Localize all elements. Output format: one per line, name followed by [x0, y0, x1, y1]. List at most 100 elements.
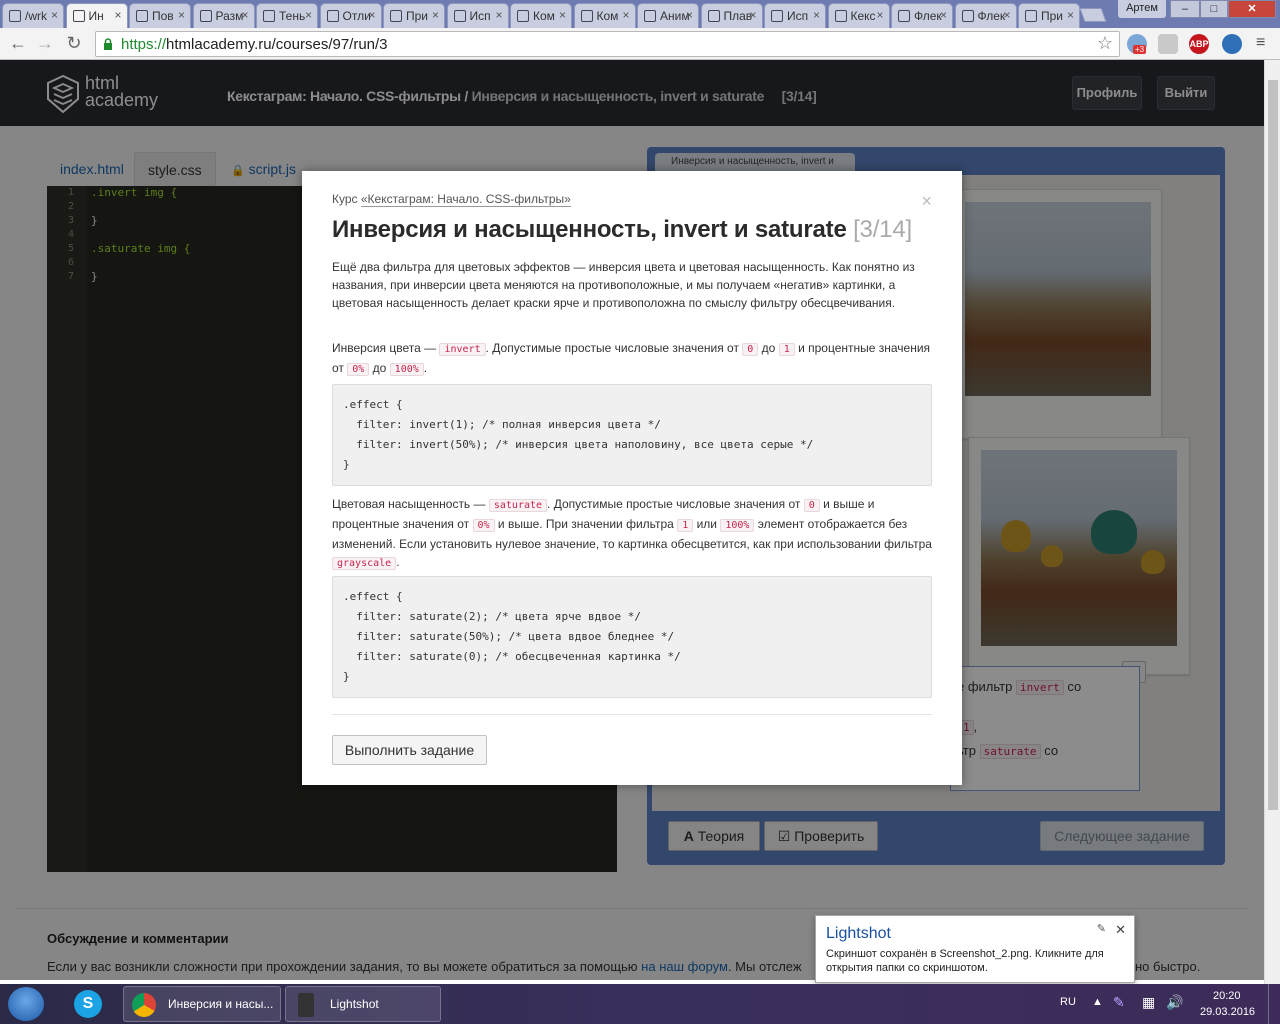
browser-tab[interactable]: Ком ×: [573, 3, 636, 28]
tab-close-icon[interactable]: ×: [51, 8, 58, 22]
shield-icon[interactable]: [1158, 34, 1178, 54]
taskbar-item-chrome[interactable]: Инверсия и насы...: [123, 986, 281, 1022]
globe-icon[interactable]: [1222, 34, 1242, 54]
lightshot-notification[interactable]: Lightshot Скриншот сохранён в Screenshot…: [815, 915, 1135, 983]
browser-tab-label: При: [1041, 9, 1064, 23]
favicon-icon: [834, 10, 847, 22]
modal-course: Курс «Кекстаграм: Начало. CSS-фильтры»: [332, 192, 571, 207]
language-indicator[interactable]: RU: [1060, 996, 1076, 1008]
bookmark-star-icon[interactable]: ☆: [1097, 33, 1113, 54]
modal-intro: Ещё два фильтра для цветовых эффектов — …: [332, 260, 915, 310]
favicon-icon: [644, 10, 656, 22]
tab-close-icon[interactable]: ×: [622, 8, 629, 22]
browser-tab[interactable]: Разм ×: [192, 3, 255, 28]
browser-tab[interactable]: Ком ×: [510, 3, 572, 28]
browser-tab-label: Кекс: [850, 9, 876, 23]
code-example-saturate: .effect { filter: saturate(2); /* цвета …: [332, 576, 932, 698]
close-icon[interactable]: ×: [921, 191, 932, 212]
browser-tab[interactable]: Пов ×: [129, 3, 191, 28]
start-button[interactable]: [8, 987, 44, 1021]
show-desktop-button[interactable]: [1268, 984, 1280, 1024]
tab-close-icon[interactable]: ×: [305, 8, 312, 22]
browser-tab-label: Ин: [88, 9, 104, 23]
tab-close-icon[interactable]: ×: [940, 8, 947, 22]
browser-tab-label: Ком: [596, 9, 619, 23]
browser-tab[interactable]: Флек ×: [954, 3, 1017, 28]
favicon-icon: [771, 10, 783, 22]
url-scheme: https://: [121, 36, 167, 53]
tab-close-icon[interactable]: ×: [1067, 8, 1074, 22]
browser-tab[interactable]: При ×: [383, 3, 445, 28]
tab-close-icon[interactable]: ×: [114, 8, 121, 22]
taskbar-item-lightshot[interactable]: Lightshot: [285, 986, 441, 1022]
volume-icon[interactable]: 🔊: [1166, 994, 1183, 1011]
tab-close-icon[interactable]: ×: [686, 8, 693, 22]
reload-icon[interactable]: ↻: [63, 32, 85, 54]
favicon-icon: [1025, 10, 1037, 22]
browser-tab[interactable]: /wrk ×: [2, 3, 64, 28]
browser-tab[interactable]: Исп ×: [764, 3, 826, 28]
browser-tab[interactable]: Ин ×: [65, 3, 128, 28]
favicon-icon: [580, 10, 593, 22]
tab-close-icon[interactable]: ×: [813, 8, 820, 22]
menu-icon[interactable]: ≡: [1256, 34, 1265, 52]
skype-icon[interactable]: S: [74, 990, 102, 1018]
browser-tab[interactable]: Аним ×: [637, 3, 699, 28]
page-scrollbar[interactable]: [1264, 60, 1280, 984]
browser-tab-label: При: [406, 9, 429, 23]
favicon-icon: [326, 10, 339, 22]
adblock-icon[interactable]: ABP: [1189, 34, 1209, 54]
tab-close-icon[interactable]: ×: [559, 8, 566, 22]
browser-tab-label: Флек: [914, 9, 942, 23]
browser-tab-label: Отли: [342, 9, 371, 23]
browser-tab[interactable]: Тень ×: [256, 3, 318, 28]
tab-close-icon[interactable]: ×: [432, 8, 439, 22]
browser-tab[interactable]: Флек ×: [891, 3, 953, 28]
browser-tab-label: Пов: [152, 9, 174, 23]
favicon-icon: [136, 10, 148, 22]
window-minimize-button[interactable]: –: [1170, 0, 1200, 18]
browser-tab[interactable]: Кекс ×: [827, 3, 890, 28]
chrome-icon: [132, 993, 156, 1017]
url-input[interactable]: https://htmlacademy.ru/courses/97/run/3 …: [95, 31, 1120, 57]
course-link[interactable]: «Кекстаграм: Начало. CSS-фильтры»: [360, 192, 571, 207]
taskbar: S Инверсия и насы... Lightshot RU ▲ ✎ ▦ …: [0, 984, 1280, 1024]
browser-tab[interactable]: Плав ×: [700, 3, 763, 28]
window-maximize-button[interactable]: □: [1200, 0, 1228, 18]
favicon-icon: [263, 10, 275, 22]
favicon-icon: [453, 10, 466, 22]
window-user-badge[interactable]: Артем: [1118, 0, 1166, 18]
close-icon[interactable]: ✕: [1115, 922, 1126, 938]
tray-arrow-icon[interactable]: ▲: [1092, 996, 1103, 1008]
new-tab-button[interactable]: [1079, 8, 1107, 22]
theory-modal: × Курс «Кекстаграм: Начало. CSS-фильтры»…: [302, 171, 962, 785]
lightshot-tray-icon[interactable]: ✎: [1113, 994, 1125, 1011]
back-icon[interactable]: ←: [7, 32, 29, 54]
tab-close-icon[interactable]: ×: [368, 8, 375, 22]
saturate-paragraph: Цветовая насыщенность — saturate. Допуст…: [332, 497, 932, 570]
lightshot-message[interactable]: Скриншот сохранён в Screenshot_2.png. Кл…: [826, 947, 1131, 975]
tab-close-icon[interactable]: ×: [876, 8, 883, 22]
clock-date[interactable]: 29.03.2016: [1200, 1006, 1255, 1018]
scrollbar-thumb[interactable]: [1268, 80, 1278, 810]
url-path: htmlacademy.ru/courses/97/run/3: [166, 36, 388, 53]
browser-tab-label: Разм: [215, 9, 244, 23]
tab-close-icon[interactable]: ×: [749, 8, 756, 22]
forward-icon[interactable]: →: [34, 32, 56, 54]
browser-tab-label: Ком: [533, 9, 555, 23]
browser-tab[interactable]: При ×: [1018, 3, 1080, 28]
tab-close-icon[interactable]: ×: [495, 8, 502, 22]
window-close-button[interactable]: ✕: [1228, 0, 1276, 18]
pin-icon[interactable]: ✎: [1097, 922, 1106, 935]
browser-tab[interactable]: Отли ×: [319, 3, 382, 28]
browser-tab-label: Плав: [723, 9, 753, 23]
clock-time[interactable]: 20:20: [1213, 990, 1241, 1002]
tab-close-icon[interactable]: ×: [178, 8, 185, 22]
modal-title: Инверсия и насыщенность, invert и satura…: [332, 216, 912, 243]
tab-close-icon[interactable]: ×: [241, 8, 248, 22]
invert-paragraph: Инверсия цвета — invert. Допустимые прос…: [332, 341, 931, 376]
tab-close-icon[interactable]: ×: [1003, 8, 1010, 22]
network-icon[interactable]: ▦: [1142, 994, 1155, 1011]
browser-tab[interactable]: Исп ×: [446, 3, 509, 28]
run-task-button[interactable]: Выполнить задание: [332, 735, 487, 765]
